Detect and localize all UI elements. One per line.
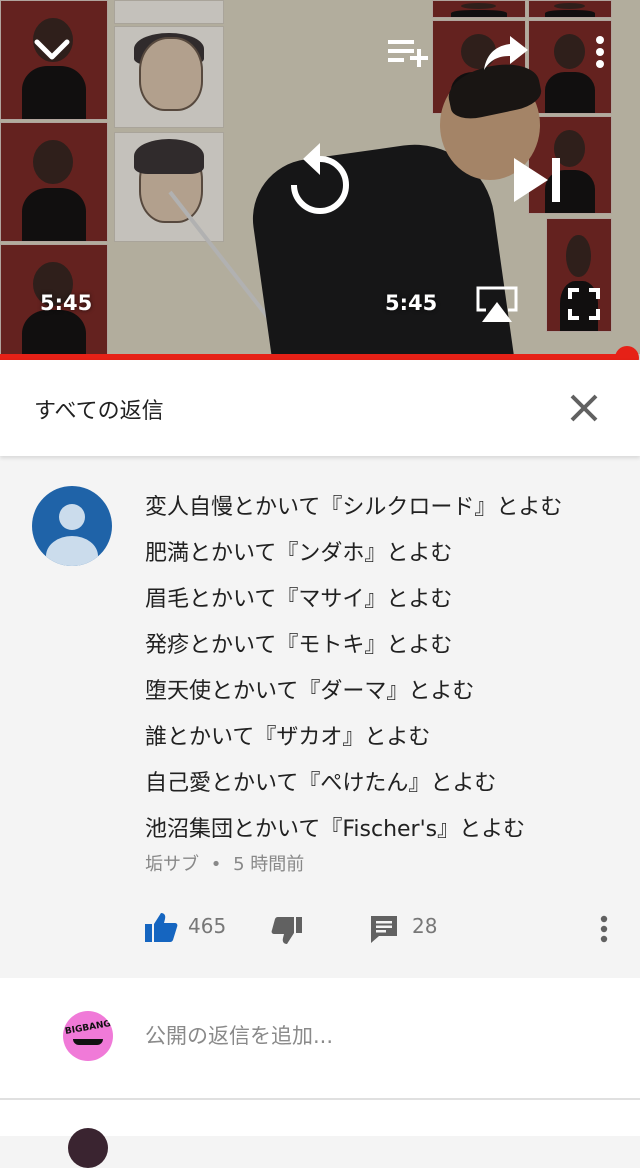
chevron-down-icon xyxy=(34,39,70,60)
replies-header: すべての返信 xyxy=(0,360,640,456)
comment-line: 変人自慢とかいて『シルクロード』とよむ xyxy=(145,495,563,520)
replies-title: すべての返信 xyxy=(34,399,164,424)
comment-line: 池沼集団とかいて『Fischer's』とよむ xyxy=(145,817,526,842)
comment-meta: 垢サブ • 5 時間前 xyxy=(145,850,304,876)
thumbs-down-icon xyxy=(271,917,302,944)
comment-line: 肥満とかいて『ンダホ』とよむ xyxy=(145,541,453,566)
comment-author[interactable]: 垢サブ xyxy=(145,854,199,875)
like-button[interactable] xyxy=(142,908,180,946)
close-icon xyxy=(570,394,598,422)
comment-line: 誰とかいて『ザカオ』とよむ xyxy=(145,725,431,750)
minimize-button[interactable] xyxy=(28,28,76,72)
add-to-playlist-button[interactable] xyxy=(382,30,434,74)
comment-line: 自己愛とかいて『ぺけたん』とよむ xyxy=(145,771,497,796)
airplay-icon xyxy=(476,286,518,322)
reply-avatar[interactable] xyxy=(68,1128,108,1168)
reply-button[interactable] xyxy=(366,910,402,948)
comment-icon xyxy=(371,916,397,943)
airplay-button[interactable] xyxy=(470,282,524,326)
fullscreen-icon xyxy=(568,288,600,320)
more-vert-icon xyxy=(596,36,604,68)
comment-more-button[interactable] xyxy=(590,910,618,948)
elapsed-time: 5:45 xyxy=(40,291,93,315)
thumbs-up-icon xyxy=(145,913,178,942)
duration-time: 5:45 xyxy=(385,291,438,315)
avatar-logo-text: BIGBANG xyxy=(64,1019,112,1037)
more-options-button[interactable] xyxy=(584,30,616,74)
fullscreen-button[interactable] xyxy=(562,284,606,324)
comment-line: 堕天使とかいて『ダーマ』とよむ xyxy=(145,679,475,704)
reply-count: 28 xyxy=(412,914,438,938)
close-replies-button[interactable] xyxy=(560,384,608,432)
playlist-add-icon xyxy=(388,40,428,67)
meta-separator: • xyxy=(210,854,222,875)
comment-time: 5 時間前 xyxy=(233,854,305,875)
share-icon xyxy=(484,36,528,70)
comment-line: 発疹とかいて『モトキ』とよむ xyxy=(145,633,453,658)
commenter-avatar[interactable] xyxy=(32,486,112,566)
user-avatar: BIGBANG xyxy=(63,1011,113,1061)
next-video-button[interactable] xyxy=(504,150,568,210)
skip-next-icon xyxy=(514,158,560,202)
comment-line: 眉毛とかいて『マサイ』とよむ xyxy=(145,587,453,612)
more-vert-icon xyxy=(600,915,608,943)
comment-actions: 465 28 xyxy=(0,900,640,956)
add-reply-input[interactable]: 公開の返信を追加... xyxy=(145,1020,333,1050)
comment-text: 変人自慢とかいて『シルクロード』とよむ 肥満とかいて『ンダホ』とよむ 眉毛とかい… xyxy=(145,485,625,853)
dislike-button[interactable] xyxy=(268,912,306,950)
share-button[interactable] xyxy=(478,28,534,76)
video-player[interactable]: 5:45 5:45 xyxy=(0,0,640,358)
replay-button[interactable] xyxy=(282,134,358,220)
like-count: 465 xyxy=(188,914,227,938)
replay-icon xyxy=(291,143,349,214)
